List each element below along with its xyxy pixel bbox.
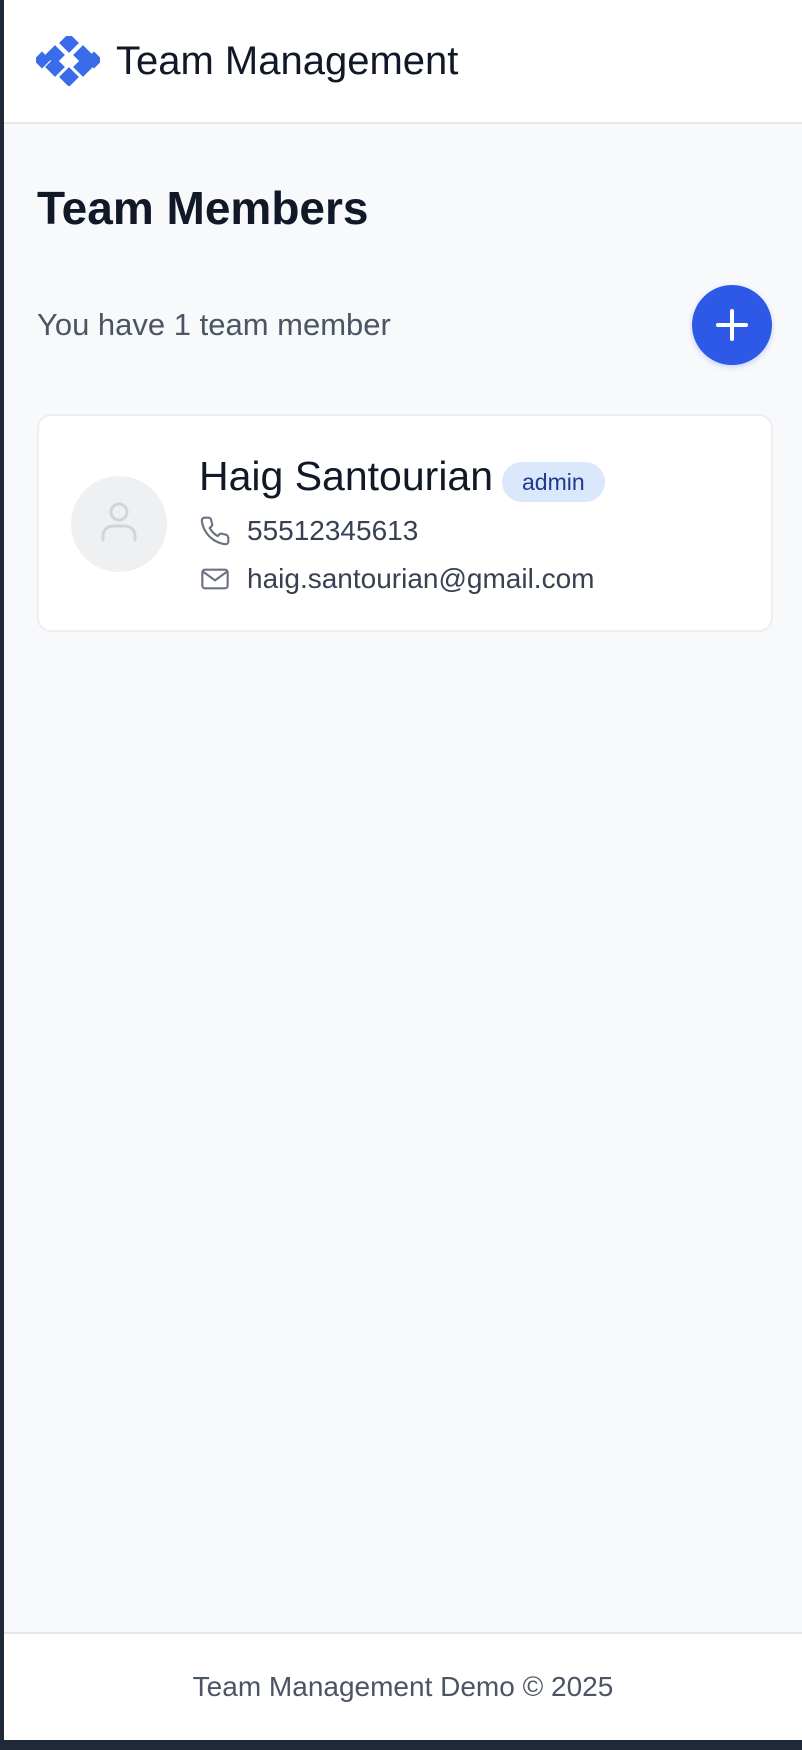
plus-icon [714, 307, 750, 343]
role-badge: admin [502, 462, 605, 502]
mail-icon [199, 563, 231, 595]
member-email-row: haig.santourian@gmail.com [199, 562, 594, 596]
member-phone-row: 55512345613 [199, 514, 418, 548]
app-title: Team Management [116, 39, 459, 83]
footer-text: Team Management Demo © 2025 [192, 1671, 614, 1702]
member-phone: 55512345613 [247, 515, 419, 546]
member-name: Haig Santourian [199, 453, 494, 499]
member-email: haig.santourian@gmail.com [247, 563, 595, 594]
user-icon [99, 500, 139, 549]
avatar [71, 476, 167, 572]
page-title: Team Members [37, 182, 369, 234]
add-member-button[interactable] [692, 285, 772, 365]
member-card[interactable]: Haig Santourian admin 55512345613 haig.s… [37, 414, 773, 632]
app-frame: Team Management Team Members You have 1 … [4, 0, 802, 1740]
app-footer: Team Management Demo © 2025 [4, 1632, 802, 1740]
diamond-grid-logo-icon [33, 33, 103, 87]
app-header: Team Management [4, 0, 802, 124]
member-count-text: You have 1 team member [37, 307, 391, 342]
phone-icon [199, 515, 231, 547]
